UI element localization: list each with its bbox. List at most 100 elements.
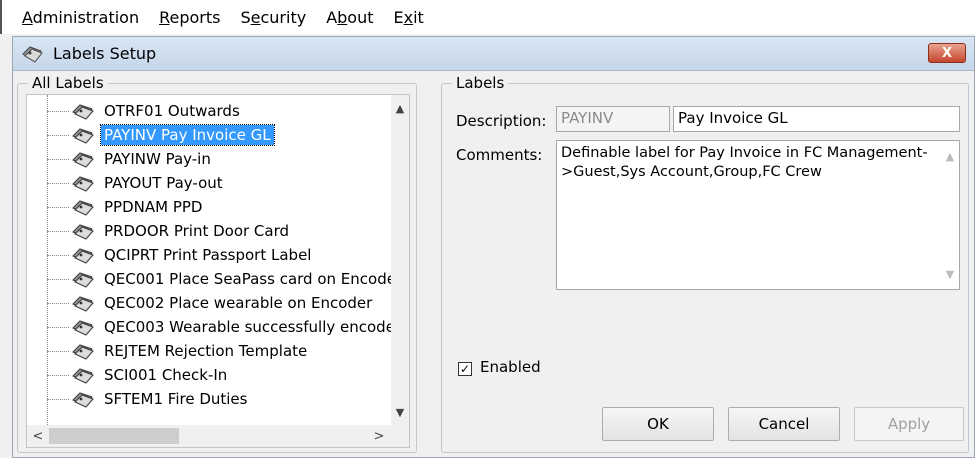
- menu-exit-mnemonic: x: [403, 7, 414, 27]
- labels-tag-icon: [21, 43, 47, 65]
- tree-item[interactable]: OTRF01 Outwards: [27, 99, 393, 123]
- tree-connector: [47, 219, 71, 243]
- menu-exit-label: it: [413, 7, 424, 27]
- tree-item[interactable]: PAYINW Pay-in: [27, 147, 393, 171]
- comments-scroll-down-icon[interactable]: ▼: [941, 265, 959, 283]
- tree-item[interactable]: QCIPRT Print Passport Label: [27, 243, 393, 267]
- description-field[interactable]: Pay Invoice GL: [673, 106, 960, 132]
- tree-item-label: PRDOOR Print Door Card: [104, 222, 290, 240]
- label-tag-icon: [71, 197, 97, 217]
- menu-about-mnemonic: b: [337, 7, 348, 27]
- tree-item-label: PPDNAM PPD: [104, 198, 203, 216]
- tree-item[interactable]: QEC001 Place SeaPass card on Encoder: [27, 267, 393, 291]
- label-tag-icon: [71, 269, 97, 289]
- tree-item[interactable]: REJTEM Rejection Template: [27, 339, 393, 363]
- tree-connector: [47, 315, 71, 339]
- tree-connector: [47, 387, 71, 411]
- tree-item[interactable]: QEC003 Wearable successfully encoded: [27, 315, 393, 339]
- tree-connector: [47, 339, 71, 363]
- tree-item-label: PAYINV Pay Invoice GL: [100, 124, 275, 146]
- labels-detail-group: Labels Description: PAYINV Pay Invoice G…: [441, 74, 969, 453]
- close-button[interactable]: X: [928, 43, 966, 63]
- tree-item-label: OTRF01 Outwards: [104, 102, 240, 120]
- scroll-right-icon[interactable]: >: [370, 427, 388, 445]
- tree-item[interactable]: SCI001 Check-In: [27, 363, 393, 387]
- scroll-down-icon[interactable]: ▼: [391, 403, 409, 421]
- tree-connector: [47, 243, 71, 267]
- tree-connector: [47, 267, 71, 291]
- tree-item-label: SFTEM1 Fire Duties: [104, 390, 248, 408]
- tree-item[interactable]: PAYINV Pay Invoice GL: [27, 123, 393, 147]
- menu-about[interactable]: About: [326, 8, 373, 27]
- menu-about-pre: A: [326, 7, 338, 27]
- scroll-left-icon[interactable]: <: [29, 427, 47, 445]
- comments-text: Definable label for Pay Invoice in FC Ma…: [561, 145, 928, 180]
- enabled-label: Enabled: [480, 358, 541, 376]
- tree-item[interactable]: PRDOOR Print Door Card: [27, 219, 393, 243]
- menu-bar: Administration Reports Security About Ex…: [0, 0, 975, 34]
- labels-legend: Labels: [452, 74, 509, 92]
- tree-item[interactable]: QEC002 Place wearable on Encoder: [27, 291, 393, 315]
- horizontal-scroll-thumb[interactable]: [49, 428, 179, 444]
- menu-exit[interactable]: Exit: [394, 8, 424, 27]
- label-tag-icon: [71, 149, 97, 169]
- menu-administration-mnemonic: A: [22, 7, 33, 27]
- tree-connector: [47, 363, 71, 387]
- label-tag-icon: [71, 221, 97, 241]
- label-tag-icon: [71, 365, 97, 385]
- apply-button[interactable]: Apply: [854, 407, 964, 441]
- menu-security[interactable]: Security: [240, 8, 306, 27]
- scroll-up-icon[interactable]: ▲: [391, 99, 409, 117]
- tree-item[interactable]: PAYOUT Pay-out: [27, 171, 393, 195]
- menu-reports[interactable]: Reports: [159, 8, 220, 27]
- all-labels-legend: All Labels: [28, 74, 108, 92]
- tree-item-label: SCI001 Check-In: [104, 366, 228, 384]
- tree-item-label: PAYOUT Pay-out: [104, 174, 223, 192]
- label-tag-icon: [71, 245, 97, 265]
- comments-field[interactable]: Definable label for Pay Invoice in FC Ma…: [556, 140, 960, 290]
- labels-tree[interactable]: OTRF01 Outwards PAYINV Pay Invoice GL PAYI…: [26, 94, 410, 448]
- menu-reports-mnemonic: R: [159, 7, 170, 27]
- tree-item-label: QEC003 Wearable successfully encoded: [104, 318, 393, 336]
- tree-item-label: REJTEM Rejection Template: [104, 342, 308, 360]
- label-tag-icon: [71, 101, 97, 121]
- checkmark-icon: ✓: [459, 362, 471, 376]
- tree-vertical-scrollbar[interactable]: ▲ ▼: [391, 95, 409, 425]
- menu-security-mnemonic: e: [250, 7, 261, 27]
- labels-setup-window: Labels Setup X All Labels OTRF01 Outward…: [12, 36, 975, 458]
- tree-item-label: QCIPRT Print Passport Label: [104, 246, 312, 264]
- label-tag-icon: [71, 389, 97, 409]
- tree-connector: [47, 171, 71, 195]
- tree-item-label: PAYINW Pay-in: [104, 150, 211, 168]
- ok-button[interactable]: OK: [602, 407, 714, 441]
- menu-reports-label: eports: [169, 7, 221, 27]
- enabled-checkbox[interactable]: ✓: [458, 362, 472, 376]
- menu-security-label: curity: [260, 7, 307, 27]
- label-tag-icon: [71, 173, 97, 193]
- tree-connector: [47, 147, 71, 171]
- tree-horizontal-scrollbar[interactable]: < >: [27, 425, 409, 447]
- comments-scrollbar[interactable]: ▲ ▼: [941, 141, 959, 289]
- tree-connector: [47, 195, 71, 219]
- comments-scroll-up-icon[interactable]: ▲: [941, 147, 959, 165]
- close-icon: X: [941, 45, 953, 61]
- label-tag-icon: [71, 341, 97, 361]
- tree-item-label: QEC001 Place SeaPass card on Encoder: [104, 270, 393, 288]
- label-tag-icon: [71, 317, 97, 337]
- tree-item[interactable]: SFTEM1 Fire Duties: [27, 387, 393, 411]
- menu-security-pre: S: [240, 7, 251, 27]
- tree-item-label: QEC002 Place wearable on Encoder: [104, 294, 373, 312]
- menu-exit-pre: E: [393, 7, 404, 27]
- labels-tree-list: OTRF01 Outwards PAYINV Pay Invoice GL PAYI…: [27, 95, 393, 425]
- tree-connector: [47, 123, 71, 147]
- menu-administration[interactable]: Administration: [22, 8, 139, 27]
- cancel-button[interactable]: Cancel: [728, 407, 840, 441]
- window-title: Labels Setup: [53, 44, 157, 63]
- all-labels-group: All Labels OTRF01 Outwards PAYINV Pay Inv…: [17, 74, 417, 453]
- window-titlebar[interactable]: Labels Setup X: [13, 37, 974, 71]
- label-tag-icon: [71, 293, 97, 313]
- tree-item[interactable]: PPDNAM PPD: [27, 195, 393, 219]
- description-code-field: PAYINV: [556, 106, 670, 132]
- menu-about-label: out: [347, 7, 374, 27]
- description-label: Description:: [456, 112, 547, 130]
